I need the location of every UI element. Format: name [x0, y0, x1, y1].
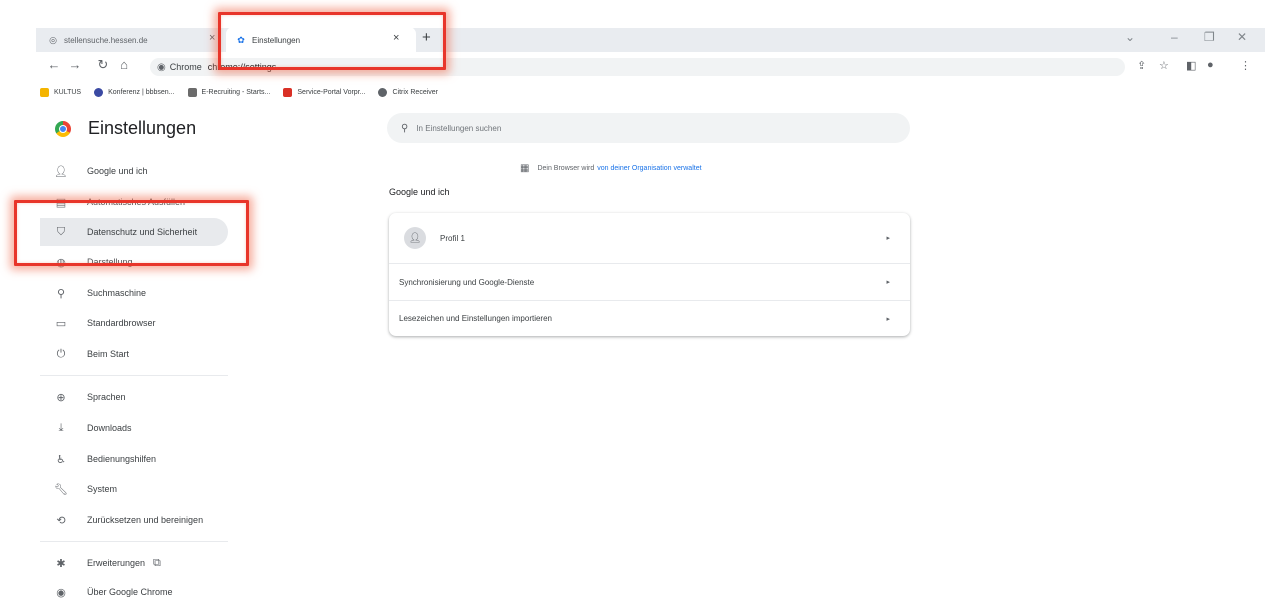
power-icon: ⏻ [56, 347, 66, 360]
sidebar-item-label: Bedienungshilfen [87, 454, 157, 464]
reset-icon: ⟲ [56, 514, 66, 527]
page-title: Einstellungen [88, 118, 197, 138]
search-icon: ⚲ [401, 122, 409, 134]
profile-label: Profil 1 [440, 233, 465, 243]
search-icon: ⚲ [56, 287, 66, 300]
share-icon[interactable]: ⇪ [1137, 59, 1146, 72]
sidebar-item-label: Über Google Chrome [87, 587, 173, 597]
nav-highlight-box [14, 200, 249, 266]
globe-icon: ◎ [49, 34, 57, 45]
restore-icon[interactable]: ❐ [1204, 30, 1215, 44]
settings-card: 👤︎ Profil 1 ▸ Synchronisierung und Googl… [389, 213, 910, 336]
section-title: Google und ich [389, 187, 450, 197]
sidebar-item-label: Google und ich [87, 166, 148, 176]
tab-label: stellensuche.hessen.de [64, 35, 148, 45]
chrome-site-icon: ◉ [157, 61, 166, 73]
profile-icon[interactable]: ● [1207, 59, 1214, 71]
sidebar-item-suchmaschine[interactable]: ⚲ Suchmaschine [40, 279, 228, 307]
sidebar-item-erweiterungen[interactable]: ✱ Erweiterungen ⧉ [40, 549, 228, 577]
building-icon: ▦ [520, 163, 530, 174]
arrow-right-icon: ▸ [886, 279, 890, 286]
home-icon[interactable]: ⌂ [116, 57, 132, 72]
bookmark-label: Konferenz | bbbsen... [108, 88, 175, 96]
bookmark-konferenz[interactable]: Konferenz | bbbsen... [94, 87, 175, 97]
star-icon[interactable]: ☆ [1159, 59, 1169, 72]
sidebar-item-label: System [87, 484, 118, 494]
wrench-icon: 🔧︎ [54, 483, 68, 496]
menu-kebab-icon[interactable]: ⋮ [1240, 59, 1251, 72]
bookmark-e-recruiting[interactable]: E-Recruiting - Starts... [187, 87, 271, 97]
chrome-icon: ◉ [56, 586, 66, 599]
profile-row[interactable]: 👤︎ Profil 1 ▸ [389, 213, 910, 263]
nav-divider [40, 375, 228, 376]
external-link-icon: ⧉ [153, 556, 161, 569]
bookmark-citrix[interactable]: Citrix Receiver [378, 87, 438, 97]
import-label: Lesezeichen und Einstellungen importiere… [399, 314, 552, 323]
back-arrow-icon[interactable]: ← [46, 57, 62, 72]
bookmark-label: KULTUS [54, 88, 82, 96]
sidebar-item-sprachen[interactable]: ⊕ Sprachen [40, 383, 228, 411]
site-label: Chrome [169, 62, 202, 72]
avatar: 👤︎ [404, 227, 426, 249]
accessibility-icon: ♿︎ [56, 453, 66, 466]
sidebar-item-label: Beim Start [87, 349, 130, 359]
close-icon[interactable]: × [209, 32, 215, 44]
download-icon: ⤓ [58, 421, 64, 434]
tab-stellensuche[interactable]: ◎ stellensuche.hessen.de [48, 28, 223, 52]
globe-icon: ⊕ [56, 391, 66, 404]
settings-search[interactable]: ⚲ [387, 113, 910, 143]
sidebar-item-bedienungshilfen[interactable]: ♿︎ Bedienungshilfen [40, 445, 228, 473]
nav-divider [40, 541, 228, 542]
puzzle-icon: ✱ [56, 557, 66, 570]
sync-row[interactable]: Synchronisierung und Google-Dienste ▸ [389, 264, 910, 300]
close-window-icon[interactable]: ✕ [1237, 30, 1247, 44]
sidebar-item-label: Standardbrowser [87, 318, 156, 328]
browser-icon: ▭ [55, 317, 67, 330]
sidebar-item-ueber-chrome[interactable]: ◉ Über Google Chrome [40, 578, 228, 606]
sidebar-item-system[interactable]: 🔧︎ System [40, 475, 228, 503]
reload-icon[interactable]: ↻ [95, 57, 111, 73]
sidebar-item-label: Suchmaschine [87, 288, 147, 298]
bookmark-service-portal[interactable]: Service-Portal Vorpr... [283, 87, 366, 97]
person-icon: 👤︎ [54, 165, 68, 178]
arrow-right-icon: ▸ [886, 235, 890, 242]
forward-arrow-icon[interactable]: → [67, 57, 83, 72]
search-input[interactable] [416, 123, 817, 133]
bbb-icon [94, 87, 104, 97]
sidebar-item-label: Erweiterungen [87, 558, 146, 568]
side-panel-icon[interactable]: ◧ [1186, 59, 1196, 72]
sidebar-item-zuruecksetzen[interactable]: ⟲ Zurücksetzen und bereinigen [40, 506, 228, 534]
managed-text: Dein Browser wird [537, 165, 595, 172]
chevron-down-icon[interactable]: ⌄ [1125, 30, 1135, 44]
sidebar-item-label: Zurücksetzen und bereinigen [87, 515, 204, 525]
tab-highlight-box [218, 12, 446, 70]
sync-label: Synchronisierung und Google-Dienste [399, 277, 535, 287]
bookmarks-bar: KULTUS Konferenz | bbbsen... E-Recruitin… [36, 82, 1265, 102]
bookmark-label: E-Recruiting - Starts... [201, 88, 271, 96]
sidebar-item-standardbrowser[interactable]: ▭ Standardbrowser [40, 309, 228, 337]
sidebar-item-label: Sprachen [87, 392, 126, 402]
citrix-icon [378, 87, 388, 97]
sidebar-item-downloads[interactable]: ⤓ Downloads [40, 414, 228, 442]
sidebar-item-beim-start[interactable]: ⏻ Beim Start [40, 340, 228, 368]
managed-link[interactable]: von deiner Organisation verwaltet [597, 165, 701, 172]
bookmark-label: Citrix Receiver [392, 88, 438, 96]
chrome-logo-icon [55, 121, 71, 137]
managed-browser-note: ▦ Dein Browser wird von deiner Organisat… [520, 163, 702, 174]
minimize-icon[interactable]: – [1171, 30, 1178, 44]
bookmark-kultus[interactable]: KULTUS [40, 87, 82, 97]
sidebar-item-label: Downloads [87, 423, 132, 433]
page-icon [187, 87, 197, 97]
folder-icon [40, 87, 49, 97]
arrow-right-icon: ▸ [886, 315, 890, 323]
bookmark-label: Service-Portal Vorpr... [297, 88, 366, 96]
portal-icon [283, 87, 293, 97]
import-row[interactable]: Lesezeichen und Einstellungen importiere… [389, 301, 910, 336]
sidebar-item-google-und-ich[interactable]: 👤︎ Google und ich [40, 157, 228, 185]
